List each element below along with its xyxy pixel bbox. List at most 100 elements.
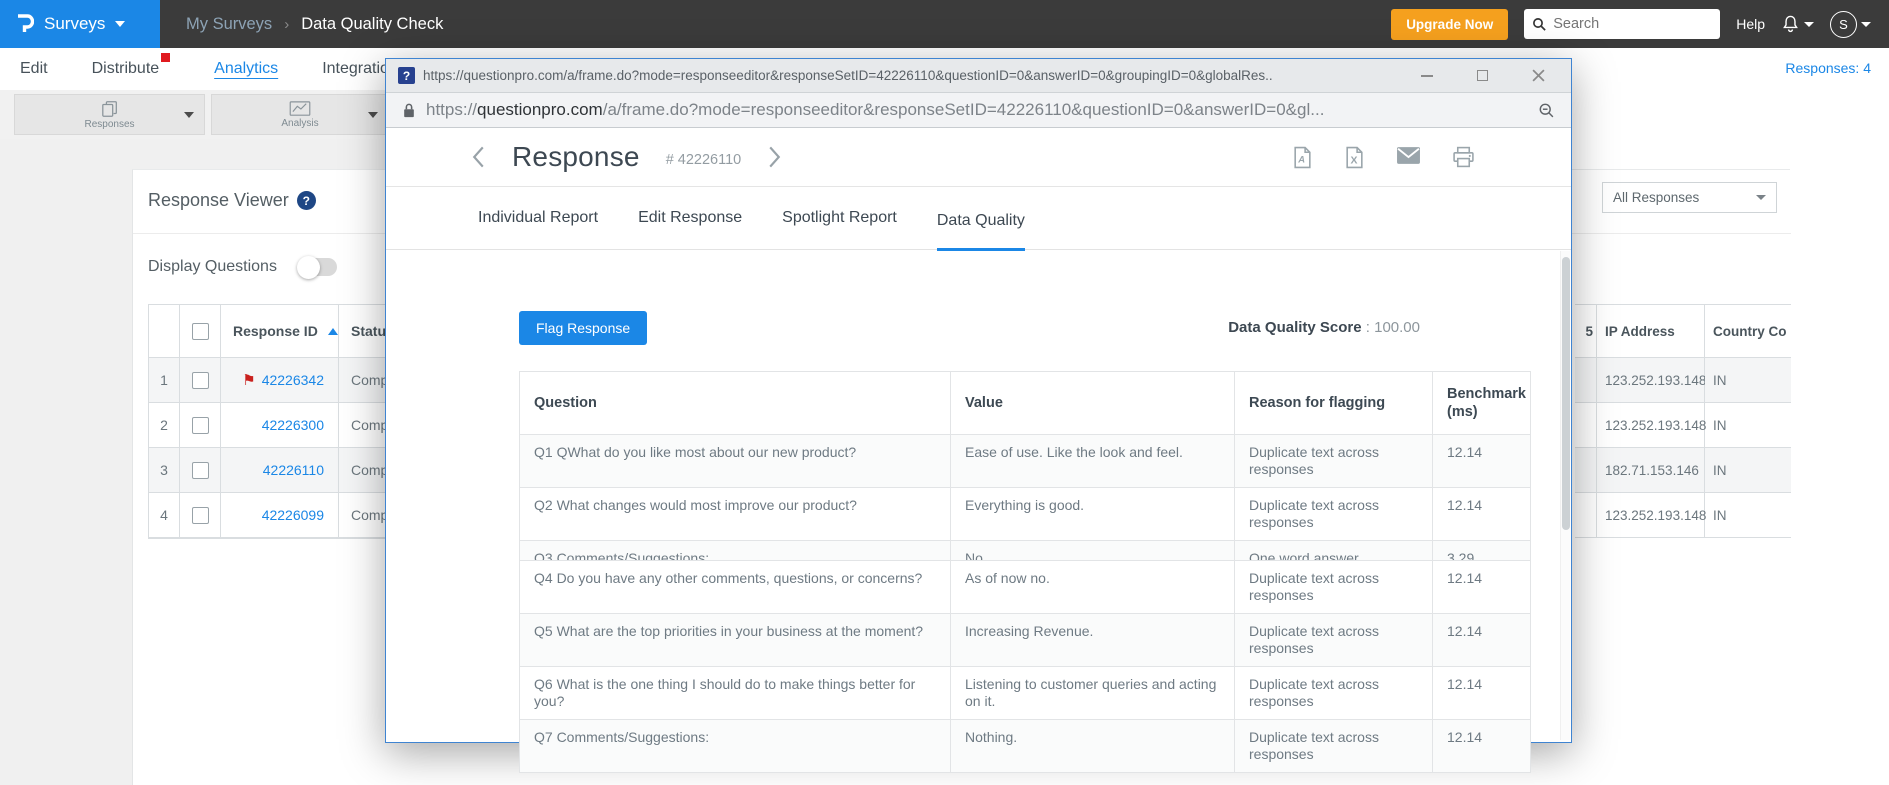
chevron-down-icon[interactable] [368,112,378,118]
row-checkbox-cell [180,358,221,403]
question-cell: Q7 Comments/Suggestions: [520,719,951,772]
toolbar-tile-responses[interactable]: Responses [14,94,205,135]
export-actions: A X [1292,146,1475,169]
notifications-menu[interactable] [1781,14,1814,34]
breadcrumb-separator: › [284,16,289,33]
nav-distribute[interactable]: Distribute [92,60,160,77]
select-all-checkbox[interactable] [192,323,209,340]
row-checkbox[interactable] [192,417,209,434]
tab-spotlight-report[interactable]: Spotlight Report [782,209,897,249]
nav-analytics[interactable]: Analytics [214,60,278,78]
data-quality-score: Data Quality Score : 100.00 [1228,319,1420,336]
notification-badge [161,53,170,62]
url-protocol: https:// [426,100,477,119]
popup-scrollbar[interactable] [1560,251,1570,740]
response-id-cell: 42226099 [221,493,339,538]
cell [1575,358,1597,403]
download-excel-icon[interactable]: X [1344,146,1365,169]
value-cell: As of now no. [951,561,1235,613]
url-domain: questionpro.com [477,100,603,119]
chevron-down-icon [1756,195,1766,200]
row-checkbox[interactable] [192,507,209,524]
svg-text:A: A [1297,154,1305,165]
country-cell: IN [1705,448,1791,493]
nav-distribute-wrap: Distribute [92,60,171,78]
question-cell: Q4 Do you have any other comments, quest… [520,561,951,613]
help-icon[interactable]: ? [297,191,316,210]
zoom-out-icon[interactable] [1538,102,1555,119]
global-search[interactable] [1524,9,1720,39]
breadcrumb: My Surveys › Data Quality Check [186,15,443,34]
reason-cell: Duplicate text across responses [1235,434,1433,487]
response-id-link[interactable]: 42226342 [262,372,324,388]
column-header-select-all [180,305,221,358]
screen: Surveys My Surveys › Data Quality Check … [0,0,1889,785]
question-cell: Q6 What is the one thing I should do to … [520,666,951,719]
bell-icon [1781,14,1800,34]
popup-title-bar[interactable]: ? https://questionpro.com/a/frame.do?mod… [386,59,1571,93]
search-input[interactable] [1553,16,1703,32]
toggle-knob [297,256,320,279]
column-header-response-id[interactable]: Response ID [221,305,339,358]
upgrade-now-button[interactable]: Upgrade Now [1391,9,1508,40]
display-questions-row: Display Questions [148,258,337,276]
responses-table-right-fragment: 5 IP Address Country Co 123.252.193.148 … [1575,304,1791,538]
row-checkbox[interactable] [192,462,209,479]
next-response-button[interactable] [767,145,782,169]
qt-header-value: Value [951,372,1235,434]
flagged-icon: ⚑ [242,371,255,389]
page-left-gutter [0,139,132,785]
close-icon[interactable] [1532,69,1545,82]
previous-response-button[interactable] [471,145,486,169]
page-title: Data Quality Check [301,15,443,34]
nav-edit[interactable]: Edit [20,60,48,78]
flag-response-button[interactable]: Flag Response [519,311,647,345]
tab-data-quality[interactable]: Data Quality [937,212,1025,251]
response-id-link[interactable]: 42226300 [262,417,324,433]
card-title-row: Response Viewer ? [148,190,316,211]
country-cell: IN [1705,358,1791,403]
product-switcher[interactable]: Surveys [0,0,160,48]
tab-individual-report[interactable]: Individual Report [478,209,598,249]
svg-text:X: X [1351,155,1358,166]
cell [1575,403,1597,448]
url-path: /a/frame.do?mode=responseeditor&response… [603,100,1325,119]
breadcrumb-my-surveys[interactable]: My Surveys [186,15,272,34]
chevron-down-icon [1861,22,1871,27]
row-checkbox-cell [180,448,221,493]
response-id-link[interactable]: 42226110 [263,462,324,478]
toolbar-tile-label: Analysis [281,118,318,129]
row-index: 4 [149,493,180,538]
maximize-icon[interactable] [1477,70,1488,81]
sort-asc-icon[interactable] [328,328,338,335]
score-label: Data Quality Score [1228,319,1361,336]
row-checkbox[interactable] [192,372,209,389]
download-pdf-icon[interactable]: A [1292,146,1313,169]
address-url[interactable]: https://questionpro.com/a/frame.do?mode=… [426,100,1528,120]
column-header-country: Country Co [1705,305,1791,358]
popup-address-bar[interactable]: https://questionpro.com/a/frame.do?mode=… [386,93,1571,128]
quality-table-continued: Q4 Do you have any other comments, quest… [519,560,1531,773]
question-cell: Q1 QWhat do you like most about our new … [520,434,951,487]
display-questions-toggle[interactable] [299,258,337,276]
country-cell: IN [1705,403,1791,448]
benchmark-cell: 12.14 [1433,434,1530,487]
chevron-down-icon[interactable] [184,112,194,118]
row-index: 1 [149,358,180,403]
email-icon[interactable] [1396,146,1421,165]
toolbar-tile-analysis[interactable]: Analysis [211,94,389,135]
response-id-link[interactable]: 42226099 [262,507,324,523]
country-cell: IN [1705,493,1791,538]
minimize-icon[interactable] [1421,75,1433,77]
data-quality-panel: Flag Response Data Quality Score : 100.0… [386,251,1571,741]
response-filter-select[interactable]: All Responses [1602,182,1777,213]
qt-header-question: Question [520,372,951,434]
account-menu[interactable]: S [1830,11,1871,38]
help-link[interactable]: Help [1736,16,1765,32]
print-icon[interactable] [1452,146,1475,168]
top-bar: Surveys My Surveys › Data Quality Check … [0,0,1889,48]
scrollbar-thumb[interactable] [1562,257,1570,530]
responses-count: Responses: 4 [1785,60,1871,76]
response-id-cell: 42226300 [221,403,339,448]
tab-edit-response[interactable]: Edit Response [638,209,742,249]
